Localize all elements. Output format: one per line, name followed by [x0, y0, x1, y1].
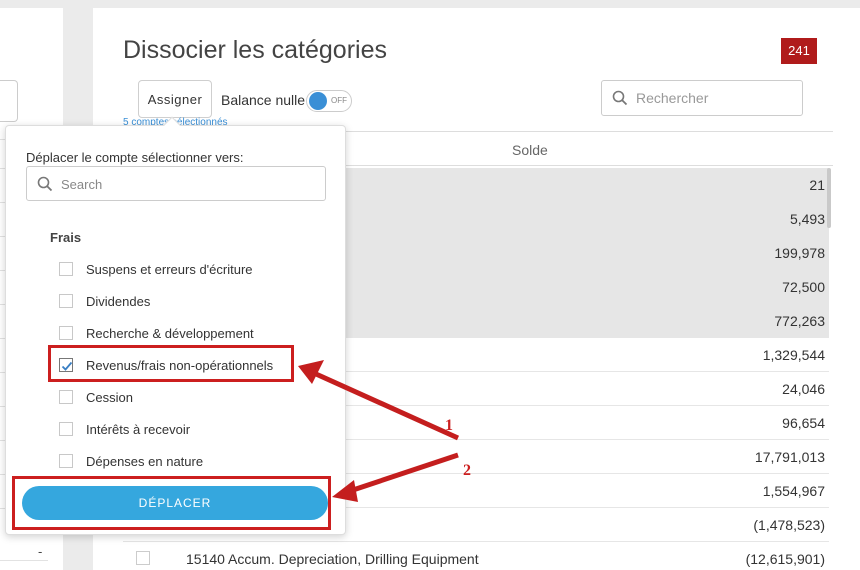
arrow-2 — [332, 452, 459, 502]
annotation-number-1: 1 — [445, 417, 453, 434]
annotation-number-2: 2 — [463, 462, 471, 479]
annotation-arrows — [298, 360, 460, 502]
arrow-1 — [298, 360, 460, 441]
